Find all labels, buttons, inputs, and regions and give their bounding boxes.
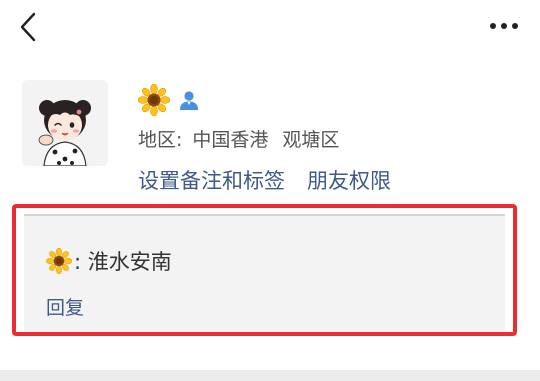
region-label: 地区:	[138, 129, 183, 151]
profile-links: 设置备注和标签 朋友权限	[138, 166, 391, 196]
set-remark-tag-link[interactable]: 设置备注和标签	[138, 169, 285, 193]
friend-permission-link[interactable]: 朋友权限	[307, 169, 391, 193]
sunflower-icon	[138, 84, 170, 116]
comment-line: : 淮水安南	[46, 246, 172, 276]
top-bar	[0, 0, 540, 56]
profile-name-row	[138, 84, 200, 116]
avatar-image	[22, 80, 108, 166]
avatar[interactable]	[22, 80, 108, 166]
region-district: 观塘区	[282, 129, 340, 151]
reply-button[interactable]: 回复	[46, 293, 84, 320]
region-city: 中国香港	[192, 129, 269, 151]
sunflower-icon	[46, 248, 72, 274]
bottom-divider	[0, 370, 540, 381]
chevron-left-icon	[20, 12, 36, 42]
person-icon	[180, 91, 198, 110]
more-options-button[interactable]	[484, 12, 524, 40]
highlight-frame: : 淮水安南 回复	[12, 204, 517, 336]
more-dots-icon	[490, 23, 518, 29]
back-button[interactable]	[14, 10, 44, 44]
comment-text: : 淮水安南	[74, 250, 172, 274]
comment-card: : 淮水安南 回复	[24, 214, 505, 332]
region-info: 地区: 中国香港 观塘区	[138, 126, 339, 154]
